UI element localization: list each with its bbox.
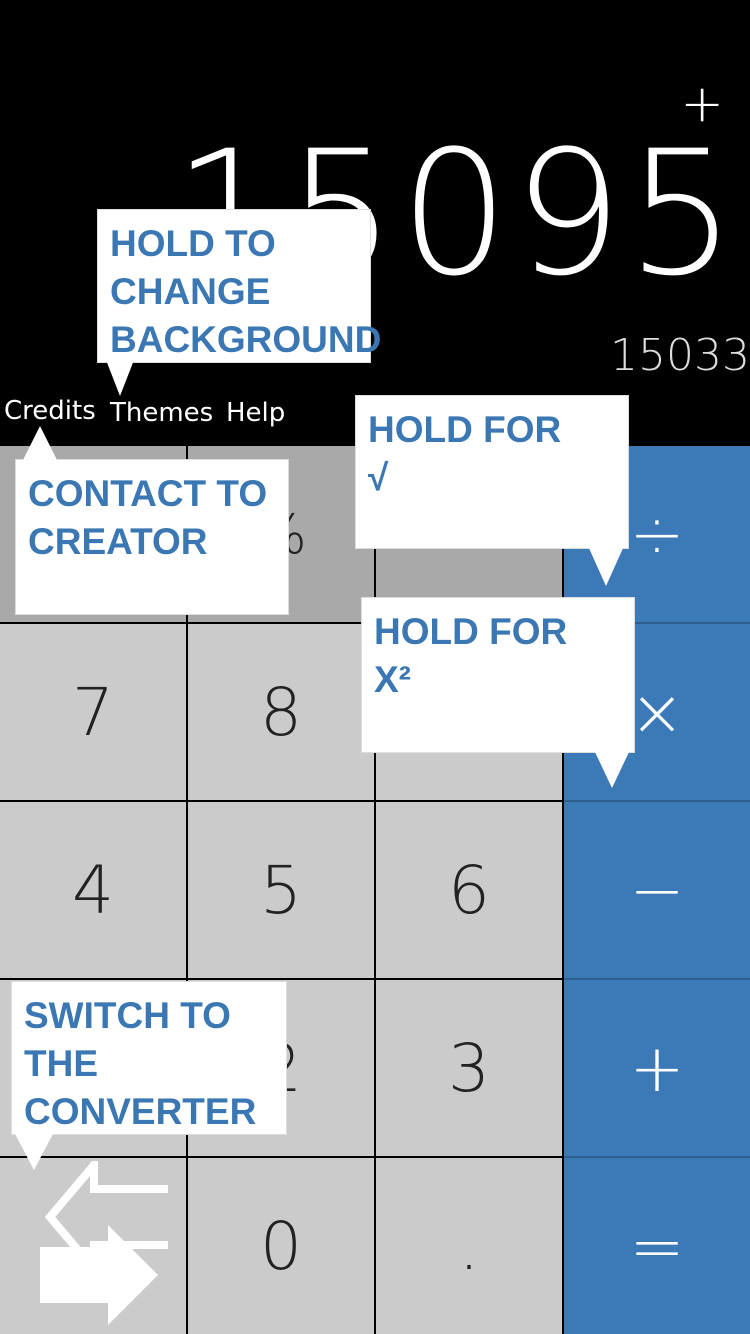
previous-value: 15033 <box>610 330 750 381</box>
tooltip-line: BACKGROUND <box>110 319 382 360</box>
tooltip-line: SWITCH TO <box>24 995 231 1036</box>
tooltip-arrow <box>594 750 630 788</box>
tooltip-line: √ <box>368 457 389 498</box>
help-link[interactable]: Help <box>226 398 285 428</box>
converter-switch-key[interactable] <box>0 1158 188 1334</box>
tooltip-arrow <box>106 360 134 396</box>
switch-converter-tooltip: SWITCH TO THE CONVERTER <box>12 982 286 1134</box>
tooltip-line: CONTACT TO <box>28 473 268 514</box>
tooltip-line: CHANGE <box>110 271 271 312</box>
tooltip-line: HOLD FOR <box>374 611 568 652</box>
tooltip-arrow <box>588 546 624 586</box>
equals-key[interactable]: = <box>564 1158 750 1334</box>
minus-key[interactable]: − <box>564 802 750 980</box>
tooltip-line: HOLD TO <box>110 223 276 264</box>
three-key[interactable]: 3 <box>376 980 564 1158</box>
tooltip-line: THE <box>24 1043 98 1084</box>
swap-arrows-icon <box>40 1161 168 1325</box>
tooltip-line: CONVERTER <box>24 1091 257 1132</box>
tooltip-line: CREATOR <box>28 521 208 562</box>
four-key[interactable]: 4 <box>0 802 188 980</box>
seven-key[interactable]: 7 <box>0 624 188 802</box>
zero-key[interactable]: 0 <box>188 1158 376 1334</box>
five-key[interactable]: 5 <box>188 802 376 980</box>
hold-square-tooltip: HOLD FOR X² <box>362 598 634 752</box>
decimal-key[interactable]: . <box>376 1158 564 1334</box>
hold-sqrt-tooltip: HOLD FOR √ <box>356 396 628 548</box>
contact-creator-tooltip: CONTACT TO CREATOR <box>16 460 288 614</box>
tooltip-arrow <box>22 426 58 462</box>
tooltip-arrow <box>14 1132 54 1170</box>
change-background-tooltip: HOLD TO CHANGE BACKGROUND <box>98 210 382 362</box>
credits-link[interactable]: Credits <box>4 396 96 426</box>
plus-key[interactable]: + <box>564 980 750 1158</box>
eight-key[interactable]: 8 <box>188 624 376 802</box>
tooltip-line: X² <box>374 659 411 700</box>
tooltip-line: HOLD FOR <box>368 409 562 450</box>
six-key[interactable]: 6 <box>376 802 564 980</box>
themes-link[interactable]: Themes <box>110 398 213 428</box>
